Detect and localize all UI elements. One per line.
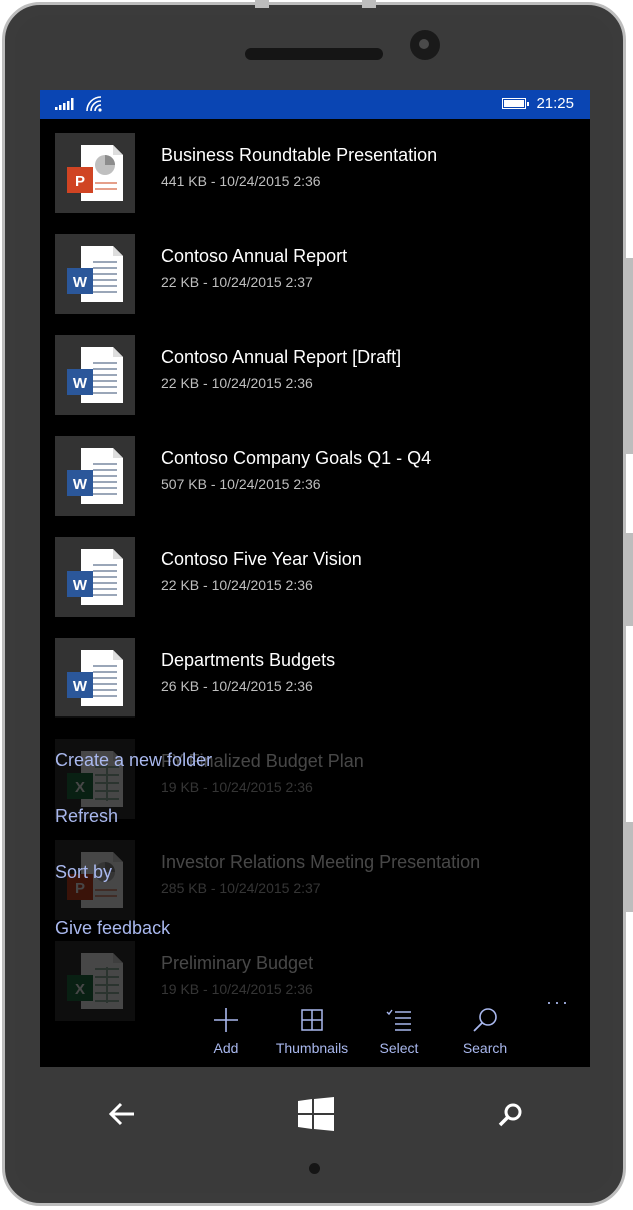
battery-icon <box>502 98 529 109</box>
microphone <box>309 1163 320 1174</box>
thumbnails-button[interactable]: Thumbnails <box>267 1006 357 1056</box>
file-meta: 441 KB - 10/24/2015 2:36 <box>161 173 321 189</box>
file-list-item[interactable]: W Contoso Five Year Vision 22 KB - 10/24/2… <box>55 537 575 617</box>
file-title: Business Roundtable Presentation <box>161 145 438 165</box>
add-label: Add <box>213 1040 239 1056</box>
menu-item-refresh[interactable]: Refresh <box>55 806 118 827</box>
svg-text:P: P <box>75 173 85 190</box>
svg-text:W: W <box>73 577 88 594</box>
more-options-button[interactable]: ··· <box>546 992 570 1013</box>
file-title: Departments Budgets <box>161 650 336 670</box>
file-meta: 26 KB - 10/24/2015 2:36 <box>161 678 313 694</box>
powerpoint-file-icon: P <box>55 133 135 213</box>
back-arrow-icon[interactable] <box>108 1101 136 1127</box>
svg-text:W: W <box>73 375 88 392</box>
front-camera <box>410 30 440 60</box>
menu-item-create-folder[interactable]: Create a new folder <box>55 750 212 771</box>
earpiece-speaker <box>245 48 383 60</box>
top-hardware-button-right <box>362 0 376 8</box>
top-hardware-button-left <box>255 0 269 8</box>
status-bar: 21:25 <box>40 90 590 119</box>
word-file-icon: W <box>55 436 135 516</box>
app-bar: Add Thumbnails Select Search ··· <box>40 990 590 1067</box>
svg-text:W: W <box>73 476 88 493</box>
file-title: Contoso Annual Report <box>161 246 348 266</box>
svg-text:W: W <box>73 678 88 695</box>
file-title: Contoso Company Goals Q1 - Q4 <box>161 448 432 468</box>
file-title: Contoso Annual Report [Draft] <box>161 347 402 367</box>
file-meta: 507 KB - 10/24/2015 2:36 <box>161 476 321 492</box>
search-label: Search <box>462 1040 508 1056</box>
add-button[interactable]: Add <box>181 1006 271 1056</box>
file-title: Contoso Five Year Vision <box>161 549 362 569</box>
power-button <box>625 533 633 626</box>
file-list-item[interactable]: W Contoso Annual Report [Draft] 22 KB - 10… <box>55 335 575 415</box>
file-list-item[interactable]: P Business Roundtable Presentation 441 KB … <box>55 133 575 213</box>
file-list-item[interactable]: W Contoso Company Goals Q1 - Q4 507 KB - 1… <box>55 436 575 516</box>
hardware-search-icon[interactable] <box>496 1101 524 1129</box>
camera-button <box>625 822 633 912</box>
word-file-icon: W <box>55 537 135 617</box>
wifi-icon <box>86 96 102 112</box>
file-meta: 22 KB - 10/24/2015 2:36 <box>161 375 313 391</box>
checklist-icon <box>386 1009 411 1031</box>
thumbnails-label: Thumbnails <box>275 1040 349 1056</box>
signal-icon <box>55 98 74 110</box>
search-button[interactable]: Search <box>440 1006 530 1056</box>
word-file-icon: W <box>55 638 135 718</box>
select-label: Select <box>379 1040 419 1056</box>
windows-logo-icon[interactable] <box>298 1097 334 1131</box>
file-list-item[interactable]: W Departments Budgets 26 KB - 10/24/2015 2… <box>55 638 575 718</box>
word-file-icon: W <box>55 234 135 314</box>
word-file-icon: W <box>55 335 135 415</box>
menu-item-sort-by[interactable]: Sort by <box>55 862 112 883</box>
file-meta: 22 KB - 10/24/2015 2:37 <box>161 274 313 290</box>
status-time: 21:25 <box>536 95 574 112</box>
file-list-item[interactable]: W Contoso Annual Report 22 KB - 10/24/2015… <box>55 234 575 314</box>
screen: 21:25 P Business Roundtable Presentation 4… <box>40 90 590 1067</box>
volume-button <box>625 258 633 454</box>
file-meta: 22 KB - 10/24/2015 2:36 <box>161 577 313 593</box>
menu-item-give-feedback[interactable]: Give feedback <box>55 918 170 939</box>
add-icon <box>214 1008 238 1032</box>
grid-icon <box>301 1009 323 1031</box>
svg-text:W: W <box>73 274 88 291</box>
select-button[interactable]: Select <box>354 1006 444 1056</box>
search-icon <box>473 1008 497 1032</box>
